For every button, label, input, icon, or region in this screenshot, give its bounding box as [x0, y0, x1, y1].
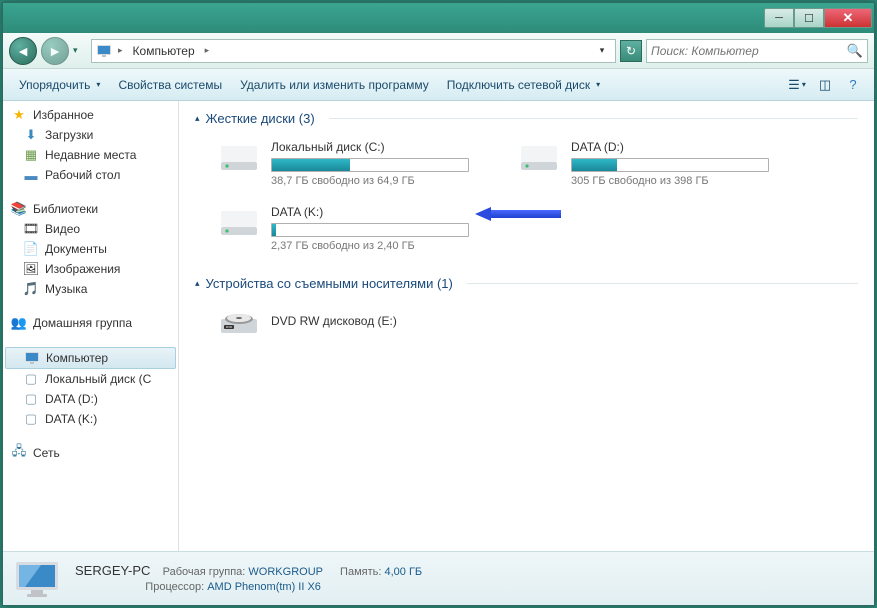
network-icon: 🖧 [11, 445, 27, 461]
close-button[interactable]: ✕ [824, 8, 872, 28]
favorites-group: ★ Избранное ⬇ Загрузки ▦ Недавние места … [3, 105, 178, 185]
music-icon: 🎵 [23, 281, 39, 297]
libraries-icon: 📚 [11, 201, 27, 217]
document-icon: 📄 [23, 241, 39, 257]
breadcrumb-computer[interactable]: Компьютер [129, 44, 199, 58]
sidebar-item-music[interactable]: 🎵 Музыка [3, 279, 178, 299]
computer-icon [24, 350, 40, 366]
drive-c[interactable]: Локальный диск (C:) 38,7 ГБ свободно из … [213, 134, 473, 193]
libraries-group: 📚 Библиотеки 🎞 Видео 📄 Документы 🖼 Изобр… [3, 199, 178, 299]
sidebar-item-documents[interactable]: 📄 Документы [3, 239, 178, 259]
navbar: ◄ ► ▾ ▸ Компьютер ▸ ▾ ↻ 🔍 [3, 33, 874, 69]
organize-menu[interactable]: Упорядочить▾ [11, 74, 108, 96]
sidebar-item-drive-d[interactable]: ▢ DATA (D:) [3, 389, 178, 409]
image-icon: 🖼 [23, 261, 39, 277]
svg-text:DVD: DVD [226, 325, 233, 329]
forward-button[interactable]: ► [41, 37, 69, 65]
system-properties-button[interactable]: Свойства системы [110, 74, 230, 96]
back-button[interactable]: ◄ [9, 37, 37, 65]
main-content: ▴ Жесткие диски (3) Локальный диск (C:) … [179, 101, 874, 551]
drive-label: DATA (K:) [271, 205, 469, 219]
view-options-button[interactable]: ☰▾ [784, 74, 810, 96]
minimize-button[interactable]: ─ [764, 8, 794, 28]
map-network-drive-button[interactable]: Подключить сетевой диск▾ [439, 74, 608, 96]
chevron-right-icon[interactable]: ▸ [116, 45, 125, 56]
recent-icon: ▦ [23, 147, 39, 163]
maximize-button[interactable]: ☐ [794, 8, 824, 28]
sidebar-favorites-header[interactable]: ★ Избранное [3, 105, 178, 125]
sidebar-computer[interactable]: Компьютер [5, 347, 176, 369]
star-icon: ★ [11, 107, 27, 123]
drive-d[interactable]: DATA (D:) 305 ГБ свободно из 398 ГБ [513, 134, 773, 193]
details-computer-name: SERGEY-PC [75, 563, 150, 578]
chevron-down-icon: ▴ [195, 113, 200, 124]
help-button[interactable]: ? [840, 74, 866, 96]
sidebar-item-drive-c[interactable]: ▢ Локальный диск (C [3, 369, 178, 389]
sidebar-item-recent[interactable]: ▦ Недавние места [3, 145, 178, 165]
history-dropdown[interactable]: ▾ [73, 45, 87, 56]
capacity-bar [271, 158, 469, 172]
search-input[interactable] [651, 44, 847, 58]
hard-drives-section-header[interactable]: ▴ Жесткие диски (3) [195, 111, 858, 126]
explorer-window: ─ ☐ ✕ ◄ ► ▾ ▸ Компьютер ▸ ▾ ↻ 🔍 Упорядоч… [2, 2, 875, 606]
removable-section-header[interactable]: ▴ Устройства со съемными носителями (1) [195, 276, 858, 291]
computer-group: Компьютер ▢ Локальный диск (C ▢ DATA (D:… [3, 347, 178, 429]
details-pane: SERGEY-PC Рабочая группа: WORKGROUP Памя… [3, 551, 874, 605]
sidebar-libraries-header[interactable]: 📚 Библиотеки [3, 199, 178, 219]
homegroup-icon: 👥 [11, 315, 27, 331]
sidebar-item-images[interactable]: 🖼 Изображения [3, 259, 178, 279]
titlebar[interactable]: ─ ☐ ✕ [3, 3, 874, 33]
computer-icon [96, 43, 112, 59]
toolbar: Упорядочить▾ Свойства системы Удалить ил… [3, 69, 874, 101]
capacity-bar [271, 223, 469, 237]
chevron-down-icon: ▴ [195, 278, 200, 289]
hdd-icon [217, 205, 261, 241]
dvd-label: DVD RW дисковод (E:) [271, 314, 397, 328]
drive-capacity-text: 38,7 ГБ свободно из 64,9 ГБ [271, 175, 469, 187]
sidebar: ★ Избранное ⬇ Загрузки ▦ Недавние места … [3, 101, 179, 551]
sidebar-network[interactable]: 🖧 Сеть [3, 443, 178, 463]
drive-label: Локальный диск (C:) [271, 140, 469, 154]
hdd-icon: ▢ [23, 371, 39, 387]
sidebar-item-videos[interactable]: 🎞 Видео [3, 219, 178, 239]
video-icon: 🎞 [23, 221, 39, 237]
hdd-icon [217, 140, 261, 176]
sidebar-item-drive-k[interactable]: ▢ DATA (K:) [3, 409, 178, 429]
drive-capacity-text: 305 ГБ свободно из 398 ГБ [571, 175, 769, 187]
drive-capacity-text: 2,37 ГБ свободно из 2,40 ГБ [271, 240, 469, 252]
hdd-icon: ▢ [23, 391, 39, 407]
sidebar-item-desktop[interactable]: ▬ Рабочий стол [3, 165, 178, 185]
computer-large-icon [13, 558, 61, 600]
search-icon: 🔍 [847, 43, 863, 59]
sidebar-homegroup[interactable]: 👥 Домашняя группа [3, 313, 178, 333]
callout-arrow [475, 207, 561, 221]
download-icon: ⬇ [23, 127, 39, 143]
desktop-icon: ▬ [23, 167, 39, 183]
uninstall-program-button[interactable]: Удалить или изменить программу [232, 74, 437, 96]
homegroup-group: 👥 Домашняя группа [3, 313, 178, 333]
network-group: 🖧 Сеть [3, 443, 178, 463]
address-dropdown[interactable]: ▾ [593, 45, 611, 56]
hdd-icon [517, 140, 561, 176]
chevron-right-icon[interactable]: ▸ [203, 45, 212, 56]
refresh-button[interactable]: ↻ [620, 40, 642, 62]
address-bar[interactable]: ▸ Компьютер ▸ ▾ [91, 39, 616, 63]
sidebar-item-downloads[interactable]: ⬇ Загрузки [3, 125, 178, 145]
drive-k[interactable]: DATA (K:) 2,37 ГБ свободно из 2,40 ГБ [213, 199, 473, 258]
drive-label: DATA (D:) [571, 140, 769, 154]
capacity-bar [571, 158, 769, 172]
hdd-icon: ▢ [23, 411, 39, 427]
preview-pane-button[interactable]: ◫ [812, 74, 838, 96]
dvd-drive[interactable]: DVD DVD RW дисковод (E:) [213, 299, 858, 347]
search-box[interactable]: 🔍 [646, 39, 868, 63]
dvd-icon: DVD [217, 305, 261, 341]
